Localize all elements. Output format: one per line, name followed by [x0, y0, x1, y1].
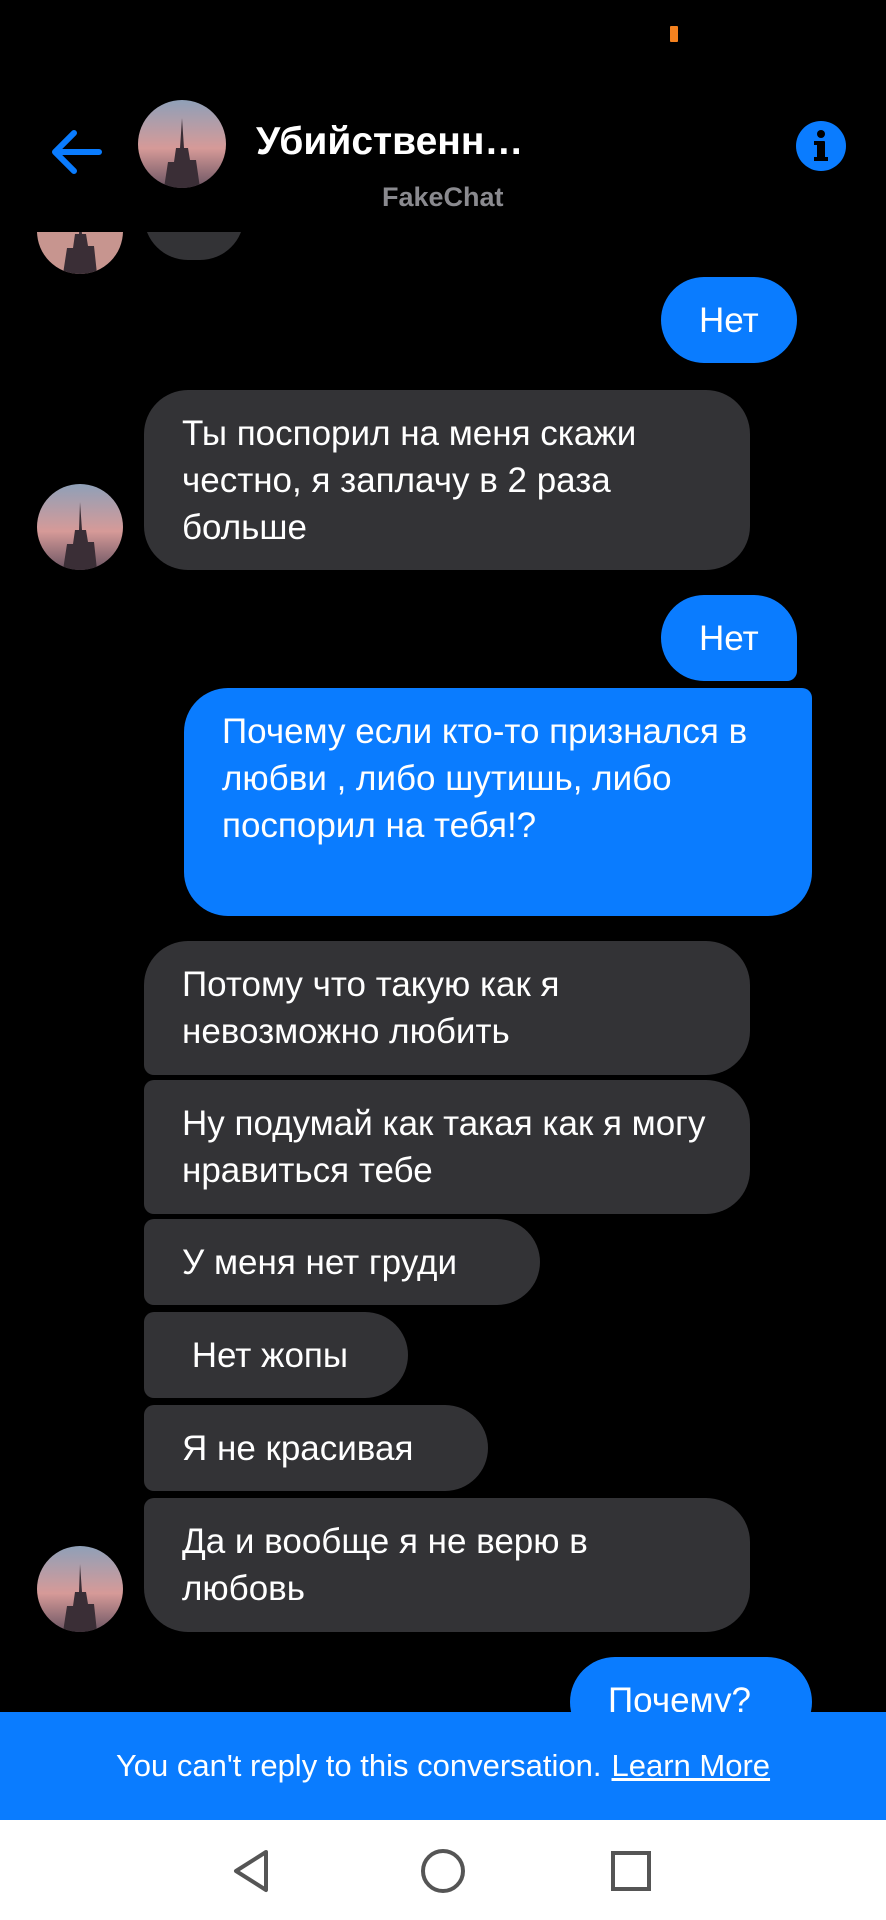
banner-text: You can't reply to this conversation. — [115, 1748, 602, 1783]
message-text: У меня нет груди — [182, 1242, 458, 1282]
contact-avatar[interactable] — [138, 100, 226, 188]
message-bubble-outgoing[interactable]: Нет — [661, 595, 797, 681]
message-text: Нет — [699, 618, 759, 658]
message-text: Почему если кто-то признался в любви , л… — [222, 712, 748, 845]
contact-avatar-small[interactable] — [37, 1546, 123, 1632]
app-name: FakeChat — [382, 182, 504, 212]
message-text: Нет жопы — [182, 1335, 349, 1375]
message-bubble-incoming[interactable]: Ты поспорил на меня скажи честно, я запл… — [144, 390, 750, 570]
status-indicator — [670, 26, 678, 42]
nav-back-icon — [234, 1850, 268, 1892]
message-text: Почему? — [608, 1681, 751, 1712]
nav-back-button[interactable] — [228, 1846, 278, 1896]
message-text: Нет — [699, 300, 759, 340]
message-bubble-outgoing[interactable]: Почему если кто-то признался в любви , л… — [184, 688, 812, 916]
nav-recents-button[interactable] — [606, 1846, 656, 1896]
contact-avatar-partial — [37, 232, 123, 274]
message-bubble-incoming[interactable]: Я не красивая — [144, 1405, 488, 1491]
message-bubble-incoming[interactable]: Нет жопы — [144, 1312, 408, 1398]
message-bubble-partial — [144, 232, 244, 260]
message-bubble-incoming[interactable]: У меня нет груди — [144, 1219, 540, 1305]
message-list[interactable]: Нет Ты поспорил на меня скажи честно, я … — [0, 232, 886, 1712]
message-bubble-incoming[interactable]: Ну подумай как такая как я могу нравитьс… — [144, 1080, 750, 1214]
nav-recents-icon — [611, 1851, 651, 1891]
message-text: Ну подумай как такая как я могу нравитьс… — [182, 1104, 706, 1190]
info-icon — [796, 121, 846, 171]
info-button[interactable] — [795, 120, 847, 172]
learn-more-link[interactable]: Learn More — [612, 1748, 771, 1784]
arrow-left-icon — [52, 130, 102, 174]
system-navigation-bar — [0, 1820, 886, 1920]
message-text: Ты поспорил на меня скажи честно, я запл… — [182, 414, 637, 547]
message-bubble-incoming[interactable]: Да и вообще я не верю в любовь — [144, 1498, 750, 1632]
message-text: Потому что такую как я невозможно любить — [182, 965, 560, 1051]
message-text: Да и вообще я не верю в любовь — [182, 1522, 588, 1608]
conversation-header: Убийственн… FakeChat — [0, 90, 886, 240]
message-bubble-outgoing[interactable]: Нет — [661, 277, 797, 363]
back-button[interactable] — [44, 120, 108, 184]
nav-home-button[interactable] — [418, 1846, 468, 1896]
cannot-reply-banner: You can't reply to this conversation. Le… — [0, 1712, 886, 1820]
message-bubble-outgoing[interactable]: Почему? — [570, 1657, 812, 1712]
contact-avatar-small[interactable] — [37, 484, 123, 570]
message-bubble-incoming[interactable]: Потому что такую как я невозможно любить — [144, 941, 750, 1075]
nav-home-icon — [421, 1849, 465, 1893]
contact-name[interactable]: Убийственн… — [256, 120, 523, 164]
message-text: Я не красивая — [182, 1428, 414, 1468]
